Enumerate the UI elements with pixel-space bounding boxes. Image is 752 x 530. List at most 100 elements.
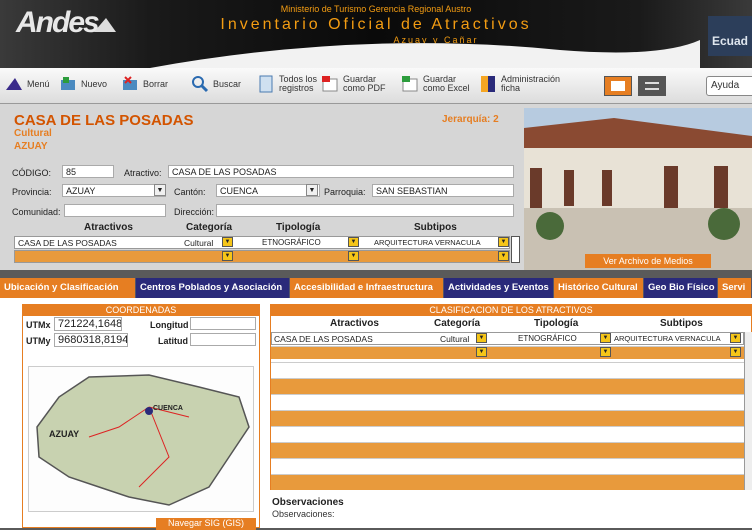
comunidad-field[interactable] bbox=[64, 204, 166, 217]
direccion-field[interactable] bbox=[216, 204, 514, 217]
clasif-header-categoria: Categoría bbox=[434, 318, 481, 329]
clasif-empty-tipologia-icon[interactable]: ▼ bbox=[600, 347, 611, 357]
menu-button[interactable]: Menú bbox=[4, 74, 50, 94]
canton-label: Cantón: bbox=[174, 187, 206, 197]
tipologia-dropdown-icon[interactable]: ▼ bbox=[348, 237, 359, 247]
empty-categoria-dropdown-icon[interactable]: ▼ bbox=[222, 251, 233, 261]
excel-icon bbox=[400, 74, 420, 94]
tab-bar: Ubicación y Clasificación Centros Poblad… bbox=[0, 278, 752, 298]
tab-accesibilidad[interactable]: Accesibilidad e Infraestructura bbox=[290, 278, 444, 298]
grid-cell-tipologia: ETNOGRÁFICO bbox=[262, 238, 321, 247]
grid-cell-categoria: Cultural bbox=[184, 238, 214, 248]
grid-header-categoria: Categoría bbox=[186, 222, 233, 233]
clasif-categoria-dropdown-icon[interactable]: ▼ bbox=[476, 333, 487, 343]
toolbar: Menú Nuevo Borrar Buscar Todos los regist… bbox=[0, 68, 752, 104]
banner-swoosh bbox=[150, 40, 700, 68]
atractivo-field[interactable]: CASA DE LAS POSADAS bbox=[168, 165, 514, 178]
ayuda-button[interactable]: Ayuda bbox=[706, 76, 752, 96]
tab-actividades[interactable]: Actividades y Eventos bbox=[444, 278, 554, 298]
clasif-cell-tipologia: ETNOGRÁFICO bbox=[518, 334, 577, 343]
grid-row-empty[interactable] bbox=[14, 250, 510, 263]
records-icon bbox=[256, 74, 276, 94]
excel-label-2: como Excel bbox=[423, 83, 470, 93]
empty-subtipos-dropdown-icon[interactable]: ▼ bbox=[498, 251, 509, 261]
search-icon bbox=[190, 74, 210, 94]
tab-geo-bio[interactable]: Geo Bio Físico bbox=[644, 278, 718, 298]
book-icon bbox=[478, 74, 498, 94]
guardar-pdf-button[interactable]: Guardar como PDF bbox=[320, 74, 386, 94]
clasif-row-blank bbox=[271, 378, 744, 394]
location-map[interactable]: CUENCA AZUAY bbox=[28, 366, 254, 512]
empty-tipologia-dropdown-icon[interactable]: ▼ bbox=[348, 251, 359, 261]
codigo-field[interactable]: 85 bbox=[62, 165, 114, 178]
menu-label: Menú bbox=[27, 79, 50, 89]
provincia-label: Provincia: bbox=[12, 187, 52, 197]
parroquia-field[interactable]: SAN SEBASTIAN bbox=[372, 184, 514, 197]
navegar-sig-button[interactable]: Navegar SIG (GIS) bbox=[156, 518, 256, 530]
pdf-icon bbox=[320, 74, 340, 94]
tab-ubicacion[interactable]: Ubicación y Clasificación bbox=[0, 278, 136, 298]
clasif-scrollbar[interactable] bbox=[744, 332, 752, 490]
clasif-empty-categoria-icon[interactable]: ▼ bbox=[476, 347, 487, 357]
new-icon bbox=[58, 74, 78, 94]
view-single-button[interactable] bbox=[604, 76, 632, 96]
utmx-label: UTMx bbox=[26, 320, 51, 330]
delete-icon bbox=[120, 74, 140, 94]
parroquia-label: Parroquia: bbox=[324, 187, 366, 197]
clasif-row-blank bbox=[271, 442, 744, 458]
clasif-empty-subtipos-icon[interactable]: ▼ bbox=[730, 347, 741, 357]
clasif-tipologia-dropdown-icon[interactable]: ▼ bbox=[600, 333, 611, 343]
clasif-header-subtipos: Subtipos bbox=[660, 318, 703, 329]
clasificacion-title: CLASIFICACION DE LOS ATRACTIVOS bbox=[270, 304, 752, 316]
utmy-label: UTMy bbox=[26, 336, 51, 346]
categoria-dropdown-icon[interactable]: ▼ bbox=[222, 237, 233, 247]
observaciones-field[interactable]: Observaciones: bbox=[270, 509, 752, 519]
administracion-ficha-button[interactable]: Administración ficha bbox=[478, 74, 560, 94]
clasif-header-tipologia: Tipología bbox=[534, 318, 579, 329]
clasif-row-blank bbox=[271, 426, 744, 442]
buscar-label: Buscar bbox=[213, 79, 242, 89]
provincia-dropdown-icon[interactable]: ▼ bbox=[154, 184, 166, 196]
todos-label-2: registros bbox=[279, 83, 314, 93]
grid-cell-atractivo: CASA DE LAS POSADAS bbox=[18, 238, 117, 248]
clasif-row-blank bbox=[271, 458, 744, 474]
clasif-subtipos-dropdown-icon[interactable]: ▼ bbox=[730, 333, 741, 343]
clasif-cell-subtipos: ARQUITECTURA VERNACULA bbox=[614, 334, 721, 343]
tab-centros-poblados[interactable]: Centros Poblados y Asociación bbox=[136, 278, 290, 298]
guardar-excel-button[interactable]: Guardar como Excel bbox=[400, 74, 470, 94]
borrar-button[interactable]: Borrar bbox=[120, 74, 168, 94]
clasif-row-blank bbox=[271, 410, 744, 426]
longitud-label: Longitud bbox=[150, 320, 189, 330]
tab-servicios[interactable]: Servi bbox=[718, 278, 752, 298]
utmy-field[interactable]: 9680318,8194 bbox=[54, 333, 128, 347]
adm-label-2: ficha bbox=[501, 83, 521, 93]
ver-archivo-medios-button[interactable]: Ver Archivo de Medios bbox=[585, 254, 711, 268]
header-banner: Andes Ministerio de Turismo Gerencia Reg… bbox=[0, 0, 752, 68]
jerarquia-label: Jerarquía: 2 bbox=[442, 114, 499, 125]
comunidad-label: Comunidad: bbox=[12, 207, 61, 217]
todos-registros-button[interactable]: Todos los registros bbox=[256, 74, 317, 94]
canton-select[interactable]: CUENCA bbox=[216, 184, 320, 197]
grid-header-tipologia: Tipología bbox=[276, 222, 321, 233]
nuevo-button[interactable]: Nuevo bbox=[58, 74, 107, 94]
menu-icon bbox=[4, 74, 24, 94]
pdf-label-2: como PDF bbox=[343, 83, 386, 93]
ecuador-logo: Ecuad bbox=[708, 16, 752, 56]
grid-scrollbar[interactable] bbox=[511, 236, 520, 263]
clasif-row-blank bbox=[271, 362, 744, 378]
tab-historico[interactable]: Histórico Cultural bbox=[554, 278, 644, 298]
azuay-map-shape bbox=[36, 374, 250, 506]
longitud-field[interactable] bbox=[190, 317, 256, 330]
subtipos-dropdown-icon[interactable]: ▼ bbox=[498, 237, 509, 247]
utmx-field[interactable]: 721224,1648 bbox=[54, 317, 122, 331]
view-list-button[interactable] bbox=[638, 76, 666, 96]
clasif-header-atractivos: Atractivos bbox=[330, 318, 379, 329]
canton-dropdown-icon[interactable]: ▼ bbox=[306, 184, 318, 196]
borrar-label: Borrar bbox=[143, 79, 169, 89]
clasif-empty-row[interactable] bbox=[271, 346, 744, 359]
buscar-button[interactable]: Buscar bbox=[190, 74, 241, 94]
provincia-select[interactable]: AZUAY bbox=[62, 184, 166, 197]
latitud-field[interactable] bbox=[190, 333, 256, 346]
codigo-label: CÓDIGO: bbox=[12, 168, 52, 178]
record-category: Cultural bbox=[14, 128, 52, 139]
